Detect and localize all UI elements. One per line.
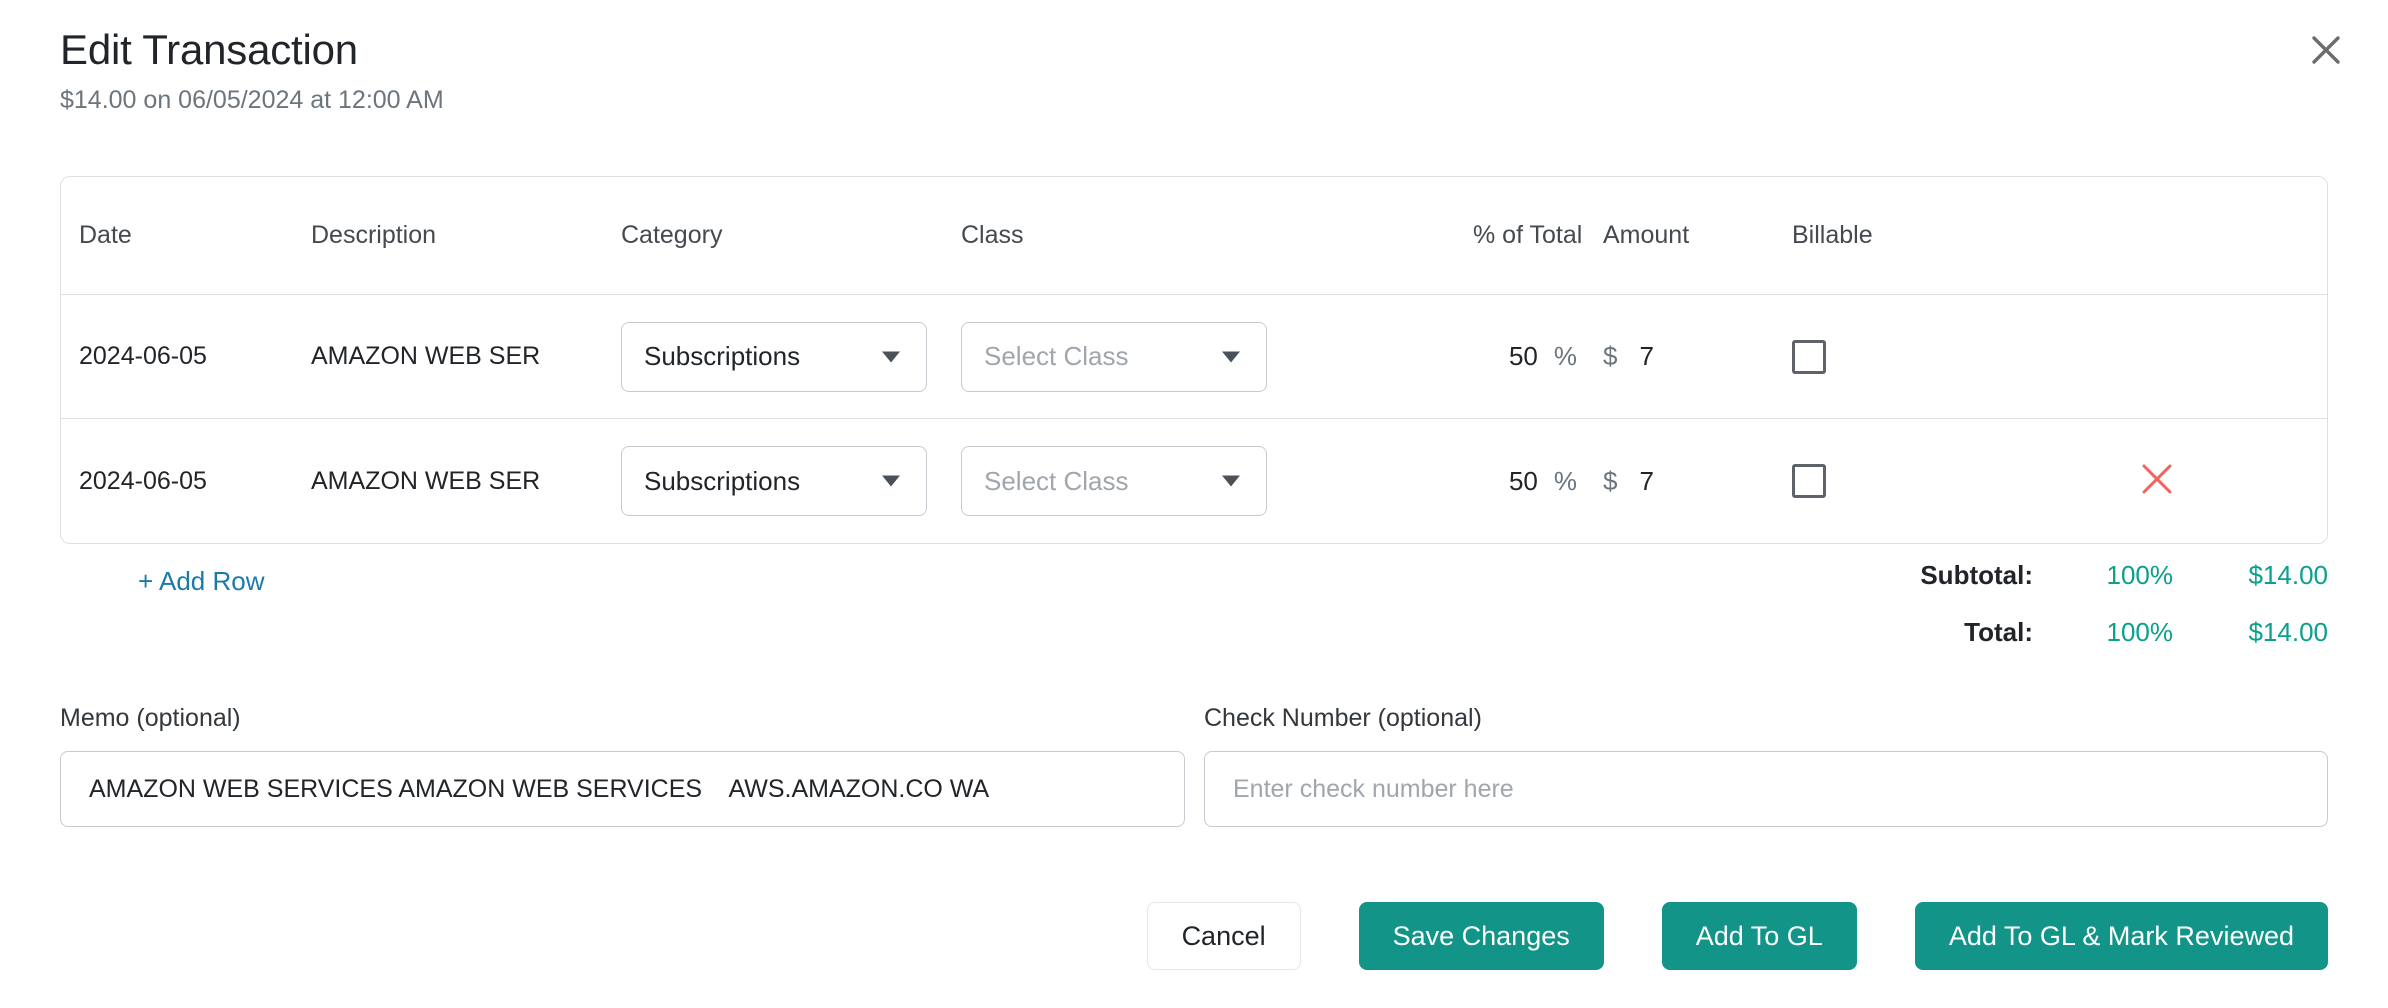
column-header-description: Description [311, 221, 437, 249]
percent-symbol: % [1553, 465, 1577, 496]
delete-row-button[interactable] [2134, 458, 2180, 504]
total-line: Total: 100% $14.00 [1488, 617, 2328, 648]
subtotal-percent: 100% [2106, 560, 2174, 590]
percent-input[interactable] [1481, 341, 1538, 372]
modal-header: Edit Transaction $14.00 on 06/05/2024 at… [60, 26, 444, 115]
totals-section: Subtotal: 100% $14.00 Total: 100% $14.00 [1488, 560, 2328, 674]
column-header-amount: Amount [1603, 221, 1690, 249]
chevron-down-icon [1222, 475, 1240, 487]
table-row: 2024-06-05 AMAZON WEB SER Subscriptions … [61, 419, 2327, 543]
chevron-down-icon [1222, 351, 1240, 362]
save-changes-button[interactable]: Save Changes [1358, 902, 1604, 970]
amount-input[interactable] [1639, 341, 1750, 372]
column-header-category: Category [621, 221, 723, 249]
memo-field-group: Memo (optional) [60, 704, 1185, 827]
add-row-button[interactable]: + Add Row [138, 566, 264, 597]
add-to-gl-button[interactable]: Add To GL [1661, 902, 1857, 970]
edit-transaction-modal: Edit Transaction $14.00 on 06/05/2024 at… [0, 0, 2388, 1008]
column-header-class: Class [961, 221, 1024, 249]
cancel-button[interactable]: Cancel [1146, 902, 1301, 970]
line-items-table: Date Description Category Class % of Tot… [60, 176, 2328, 544]
subtotal-line: Subtotal: 100% $14.00 [1488, 560, 2328, 591]
subtotal-label: Subtotal: [1920, 560, 2033, 590]
currency-symbol: $ [1603, 465, 1618, 496]
billable-checkbox[interactable] [1792, 339, 1826, 374]
page-title: Edit Transaction [60, 26, 358, 73]
table-header-row: Date Description Category Class % of Tot… [61, 177, 2327, 295]
class-select-label: Select Class [984, 465, 1129, 496]
row-date: 2024-06-05 [79, 342, 207, 370]
row-date: 2024-06-05 [79, 466, 207, 495]
close-button[interactable] [2300, 24, 2352, 76]
column-header-billable: Billable [1792, 221, 1873, 249]
billable-checkbox[interactable] [1792, 464, 1826, 498]
category-select-label: Subscriptions [644, 465, 801, 496]
column-header-percent-of-total: % of Total [1473, 221, 1583, 249]
check-number-input[interactable] [1204, 751, 2328, 827]
category-select[interactable]: Subscriptions [621, 321, 927, 392]
chevron-down-icon [882, 351, 900, 362]
row-description: AMAZON WEB SER [311, 466, 541, 495]
percent-symbol: % [1553, 341, 1577, 371]
close-x-icon [2140, 462, 2174, 501]
class-select[interactable]: Select Class [961, 321, 1267, 392]
add-to-gl-mark-reviewed-button[interactable]: Add To GL & Mark Reviewed [1914, 902, 2328, 970]
category-select-label: Subscriptions [644, 341, 801, 371]
memo-label: Memo (optional) [60, 704, 241, 732]
total-percent: 100% [2106, 617, 2174, 647]
check-number-label: Check Number (optional) [1204, 704, 1482, 732]
class-select[interactable]: Select Class [961, 446, 1267, 516]
table-row: 2024-06-05 AMAZON WEB SER Subscriptions … [61, 295, 2327, 419]
check-number-field-group: Check Number (optional) [1204, 704, 2328, 827]
class-select-label: Select Class [984, 341, 1129, 371]
total-label: Total: [1964, 617, 2033, 647]
percent-input[interactable] [1481, 465, 1538, 497]
modal-footer: Cancel Save Changes Add To GL Add To GL … [1146, 902, 2328, 970]
row-description: AMAZON WEB SER [311, 342, 541, 370]
close-icon [2311, 35, 2341, 65]
currency-symbol: $ [1603, 341, 1618, 371]
amount-input[interactable] [1639, 465, 1750, 497]
subtotal-amount: $14.00 [2248, 560, 2328, 590]
chevron-down-icon [882, 475, 900, 487]
column-header-date: Date [79, 221, 132, 249]
memo-input[interactable] [60, 751, 1185, 827]
category-select[interactable]: Subscriptions [621, 446, 927, 516]
total-amount: $14.00 [2248, 617, 2328, 647]
transaction-summary: $14.00 on 06/05/2024 at 12:00 AM [60, 86, 444, 115]
